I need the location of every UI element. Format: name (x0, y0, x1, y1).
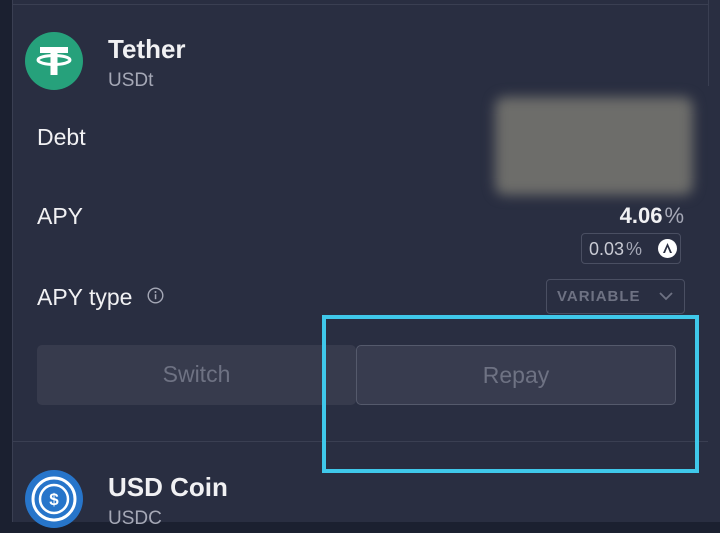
asset-divider (12, 441, 708, 442)
usdc-icon: $ (25, 470, 83, 528)
apy-type-selected: VARIABLE (557, 288, 641, 305)
chevron-down-icon (658, 289, 674, 301)
apy-value: 4.06% (620, 203, 684, 229)
token-symbol: USDt (108, 70, 154, 91)
token-name: Tether (108, 34, 186, 64)
incentive-apy-badge[interactable]: 0.03% (581, 233, 681, 264)
info-icon[interactable] (147, 287, 164, 304)
debt-label: Debt (37, 124, 86, 150)
apy-unit: % (664, 203, 684, 228)
apy-number: 4.06 (619, 203, 663, 228)
aave-icon (658, 239, 677, 258)
token-name: USD Coin (108, 472, 228, 502)
switch-button[interactable]: Switch (37, 345, 356, 405)
top-divider (13, 4, 709, 5)
apy-type-label: APY type (37, 284, 133, 310)
token-symbol: USDC (108, 508, 162, 529)
tether-icon (25, 32, 83, 90)
apy-label: APY (37, 203, 84, 229)
svg-text:$: $ (49, 490, 59, 509)
debt-value-redacted (495, 97, 693, 195)
right-border (708, 0, 709, 86)
incentive-value: 0.03 (589, 239, 625, 259)
apy-type-select[interactable]: VARIABLE (546, 279, 685, 314)
incentive-unit: % (626, 239, 643, 259)
repay-button[interactable]: Repay (356, 345, 676, 405)
